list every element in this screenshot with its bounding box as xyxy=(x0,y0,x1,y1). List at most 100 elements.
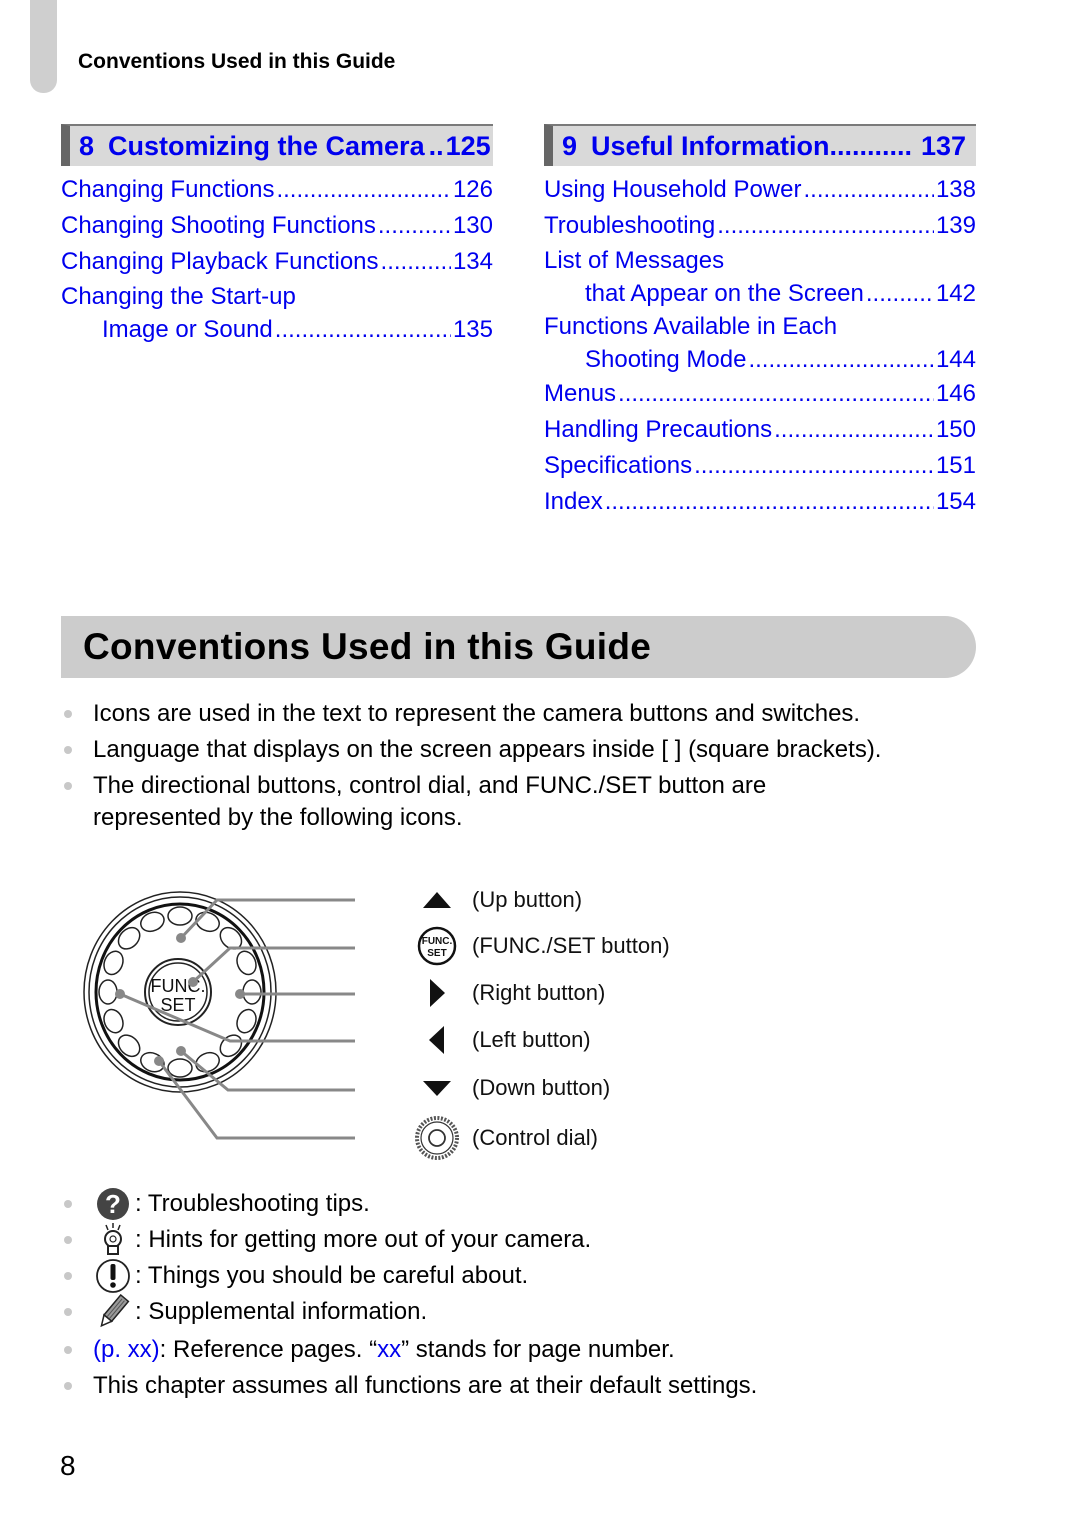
toc-entry-page: 150 xyxy=(935,416,976,443)
control-dial-icon xyxy=(415,1116,459,1160)
toc-entry[interactable]: Changing Shooting Functions ............… xyxy=(61,208,493,244)
bullet-item: The directional buttons, control dial, a… xyxy=(62,770,893,834)
toc-entry-label-line2: Image or Sound xyxy=(102,316,273,343)
legend-label: (Control dial) xyxy=(472,1125,598,1150)
bullet-text: The directional buttons, control dial, a… xyxy=(93,772,767,831)
up-triangle-icon xyxy=(415,880,459,920)
bullet-item: Language that displays on the screen app… xyxy=(62,734,893,766)
section-title: Conventions Used in this Guide xyxy=(61,616,976,678)
toc-leader: ........................................… xyxy=(618,380,934,407)
toc-entry-page: 154 xyxy=(935,488,976,515)
toc-entry-label-line1: List of Messages xyxy=(544,247,725,274)
down-triangle-icon xyxy=(415,1068,459,1108)
toc-entry[interactable]: Functions Available in Each Shooting Mod… xyxy=(544,310,976,376)
toc-entry-page: 130 xyxy=(452,212,493,239)
legend-label: (Up button) xyxy=(472,887,583,912)
toc-entry[interactable]: Changing Functions .....................… xyxy=(61,172,493,208)
toc-entry-page: 144 xyxy=(935,346,976,373)
toc-leader: ........................................… xyxy=(748,346,934,373)
icon-bullet-text: : Troubleshooting tips. xyxy=(135,1190,370,1217)
toc-entry-label: Changing Functions xyxy=(61,176,275,203)
toc-entry-page: 135 xyxy=(452,316,493,343)
bullet-dot-icon xyxy=(64,1200,72,1208)
chapter-title: Useful Information xyxy=(591,130,830,161)
toc-entry[interactable]: Changing Playback Functions ............… xyxy=(61,244,493,280)
reference-xx: xx xyxy=(377,1336,402,1363)
toc-entry[interactable]: Using Household Power ..................… xyxy=(544,172,976,208)
func-set-icon: FUNC. SET xyxy=(415,926,459,966)
toc-entry[interactable]: Menus ..................................… xyxy=(544,376,976,412)
icon-bullet-text: : Hints for getting more out of your cam… xyxy=(135,1226,592,1253)
reference-text-b: ” stands for page number. xyxy=(401,1336,675,1363)
toc-entry[interactable]: Handling Precautions ...................… xyxy=(544,412,976,448)
bullet-dot-icon xyxy=(64,746,72,754)
bullet-dot-icon xyxy=(64,710,72,718)
bullet-dot-icon xyxy=(64,1272,72,1280)
bullet-dot-icon xyxy=(64,1382,72,1390)
toc-entry[interactable]: Specifications .........................… xyxy=(544,448,976,484)
toc-column-left: 8 Customizing the Camera .. 125 Changing… xyxy=(61,124,493,346)
lightbulb-icon xyxy=(93,1222,133,1258)
chapter-title: Customizing the Camera xyxy=(108,130,425,161)
toc-leader: ........................................… xyxy=(276,176,450,203)
legend-label: (Right button) xyxy=(472,980,606,1005)
toc-entry-label: Index xyxy=(544,488,603,515)
icon-bullet-item: : Hints for getting more out of your cam… xyxy=(62,1222,962,1258)
svg-text:FUNC.: FUNC. xyxy=(422,936,453,947)
legend-up: (Up button) xyxy=(415,880,582,920)
legend-label: (FUNC./SET button) xyxy=(472,933,670,958)
exclamation-icon xyxy=(93,1258,133,1294)
reference-text-a: : Reference pages. “ xyxy=(159,1336,378,1363)
toc-entry-label: Specifications xyxy=(544,452,693,479)
toc-leader: ........................................… xyxy=(774,416,934,443)
bullet-item: Icons are used in the text to represent … xyxy=(62,698,982,730)
toc-leader: ........................................… xyxy=(377,212,451,239)
toc-entry-page: 138 xyxy=(935,176,976,203)
toc-entry[interactable]: Changing the Start-up Image or Sound ...… xyxy=(61,280,493,346)
chapter-heading-9[interactable]: 9 Useful Information ........... 137 xyxy=(544,124,976,166)
svg-text:?: ? xyxy=(105,1189,121,1219)
toc-entry-label-line2: Shooting Mode xyxy=(585,346,747,373)
chapter-number: 9 xyxy=(562,130,578,161)
dial-grip-bump xyxy=(167,906,193,926)
toc-entry-label: Handling Precautions xyxy=(544,416,773,443)
bullet-dot-icon xyxy=(64,1308,72,1316)
toc-leader: ........................................… xyxy=(604,488,934,515)
legend-down: (Down button) xyxy=(415,1068,610,1108)
toc-entry[interactable]: Index ..................................… xyxy=(544,484,976,520)
legend-label: (Down button) xyxy=(472,1075,611,1100)
toc-entry-page: 146 xyxy=(935,380,976,407)
question-mark-icon: ? xyxy=(93,1186,133,1222)
left-triangle-icon xyxy=(415,1020,459,1060)
toc-entry-label: Troubleshooting xyxy=(544,212,716,239)
bullet-text: Language that displays on the screen app… xyxy=(93,736,882,763)
legend-right: (Right button) xyxy=(415,973,605,1013)
bullet-dot-icon xyxy=(64,1346,72,1354)
toc-entry-page: 134 xyxy=(452,248,493,275)
toc-entry[interactable]: Troubleshooting ........................… xyxy=(544,208,976,244)
dial-grip-bump xyxy=(98,979,118,1005)
dial-grip-bump xyxy=(219,1034,243,1058)
legend-left: (Left button) xyxy=(415,1020,591,1060)
toc-entry-label: Changing Playback Functions xyxy=(61,248,379,275)
pencil-icon xyxy=(93,1294,133,1330)
toc-entry-page: 142 xyxy=(935,280,976,307)
toc-entry[interactable]: List of Messages that Appear on the Scre… xyxy=(544,244,976,310)
toc-leader: ........................................… xyxy=(274,316,451,343)
legend-label: (Left button) xyxy=(472,1027,591,1052)
toc-leader: ........................................… xyxy=(865,280,934,307)
icon-bullet-text: : Things you should be careful about. xyxy=(135,1262,529,1289)
toc-entry-label: Menus xyxy=(544,380,617,407)
control-dial-diagram: FUNC. SET (Up button) FUNC. SET (FUNC./S… xyxy=(80,880,680,1170)
bullet-text: This chapter assumes all functions are a… xyxy=(93,1372,758,1399)
bullet-dot-icon xyxy=(64,1236,72,1244)
toc-column-right: 9 Useful Information ........... 137 Usi… xyxy=(544,124,976,520)
legend-func-set: FUNC. SET (FUNC./SET button) xyxy=(415,926,670,966)
icon-bullet-item: : Things you should be careful about. xyxy=(62,1258,962,1294)
reference-page-link[interactable]: (p. xx) xyxy=(93,1336,160,1363)
dial-grip-bump xyxy=(167,1058,193,1078)
toc-leader: ........................................… xyxy=(694,452,934,479)
chapter-heading-8[interactable]: 8 Customizing the Camera .. 125 xyxy=(61,124,493,166)
toc-leader: ........................................… xyxy=(717,212,934,239)
dial-grip-bump xyxy=(117,1034,141,1058)
